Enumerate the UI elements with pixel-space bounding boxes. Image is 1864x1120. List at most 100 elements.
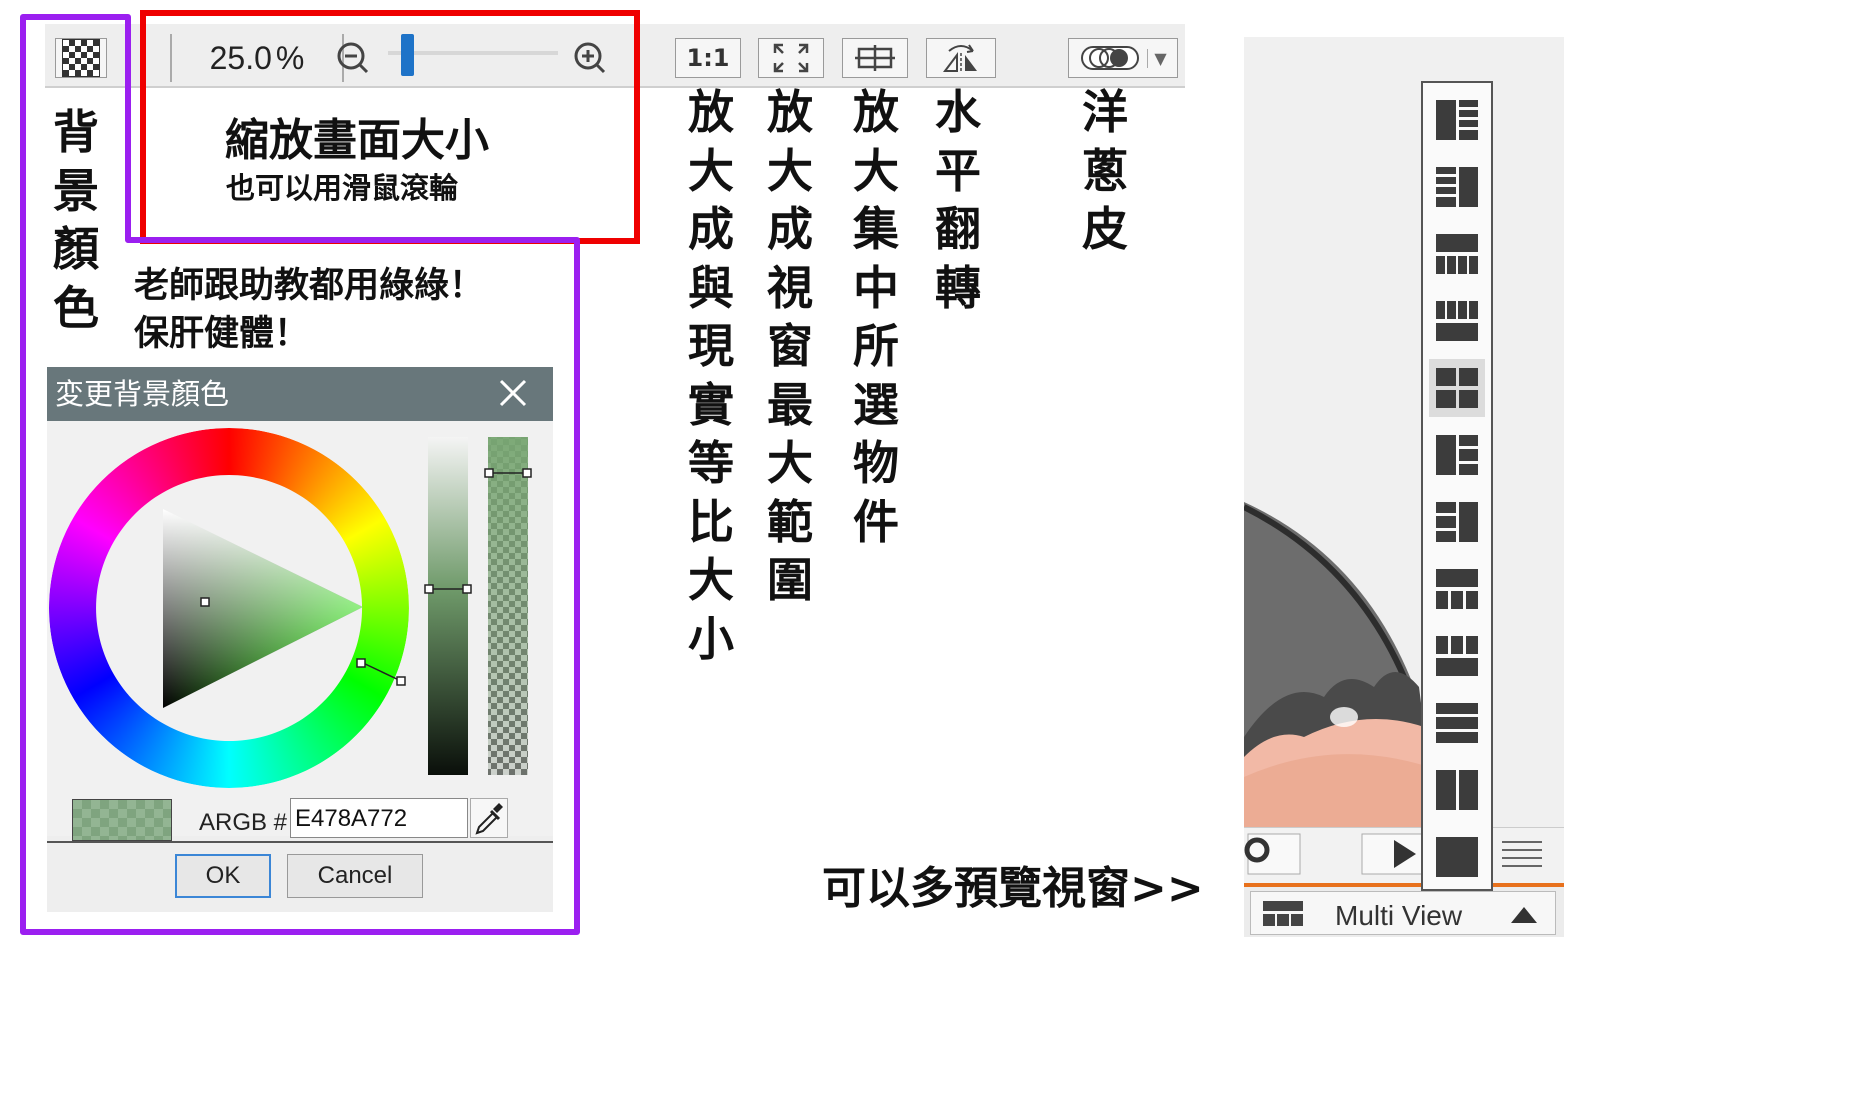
close-icon[interactable] [495, 375, 531, 411]
label-char: 圍 [767, 553, 813, 607]
fit-window-icon [773, 43, 809, 73]
label-char: 景 [53, 163, 99, 218]
onion-skin-icon [1081, 46, 1140, 70]
label-char: 與 [688, 260, 734, 315]
character-preview-image [1244, 502, 1429, 847]
layout-option-3[interactable] [1429, 225, 1485, 283]
eyedropper-button[interactable] [470, 798, 508, 838]
label-char: 放 [688, 85, 734, 139]
label-char: 集 [853, 202, 899, 256]
value-handle-left[interactable] [424, 584, 434, 594]
dropdown-arrow-icon[interactable]: ▼ [1147, 48, 1167, 68]
value-handle-right[interactable] [462, 584, 472, 594]
teacher-note-line1: 老師跟助教都用綠綠！ [134, 266, 485, 306]
label-char: 成 [767, 202, 813, 256]
flip-label-vertical: 水 平 翻 轉 [930, 83, 986, 317]
layout-option-6[interactable] [1429, 426, 1485, 484]
background-color-label: 背 景 顏 色 [48, 103, 104, 337]
hue-handle-outer[interactable] [396, 676, 406, 686]
layout-option-7[interactable] [1429, 493, 1485, 551]
label-char: 顏 [53, 222, 99, 276]
label-char: 實 [688, 377, 734, 432]
label-char: 大 [853, 143, 899, 198]
actual-size-button[interactable]: 1:1 [675, 38, 741, 78]
fit-to-window-button[interactable] [758, 38, 824, 78]
label-char: 大 [767, 143, 813, 198]
layout-option-4[interactable] [1429, 292, 1485, 350]
multi-view-icon [1263, 901, 1303, 926]
preview-canvas [1244, 37, 1564, 847]
label-char: 大 [688, 143, 734, 198]
flip-horizontal-button[interactable] [926, 38, 996, 78]
eyedropper-icon [475, 803, 503, 835]
dialog-titlebar: 変更背景顏色 [47, 367, 553, 421]
layout-option-11[interactable] [1429, 761, 1485, 819]
layout-8-icon [1436, 569, 1478, 609]
label-char: 蔥 [1082, 143, 1128, 198]
multi-view-button[interactable]: Multi View [1250, 891, 1556, 935]
actual-size-label-vertical: 放 大 成 與 現 實 等 比 大 小 [683, 83, 739, 668]
layout-9-icon [1436, 636, 1478, 676]
label-char: 大 [688, 553, 734, 607]
layout-6-icon [1436, 435, 1478, 475]
flip-horizontal-icon [943, 44, 977, 73]
timeline-controls [1244, 827, 1564, 884]
label-char: 小 [688, 611, 734, 666]
hue-handle-inner[interactable] [356, 658, 366, 668]
label-char: 翻 [935, 202, 981, 256]
triangle-handle[interactable] [200, 597, 210, 607]
layout-1-icon [1436, 100, 1478, 140]
label-char: 背 [53, 105, 99, 159]
dialog-title: 変更背景顏色 [55, 377, 230, 411]
label-char: 比 [688, 494, 734, 549]
label-char: 轉 [935, 260, 981, 315]
label-char: 成 [688, 202, 734, 256]
layout-10-icon [1436, 703, 1478, 743]
color-picker-area [47, 421, 553, 836]
label-char: 放 [853, 85, 899, 139]
label-char: 放 [767, 85, 813, 139]
multi-preview-annotation: 可以多預覽視窗>> [822, 863, 1204, 914]
timeline-bar [1244, 883, 1564, 887]
layout-4-icon [1436, 301, 1478, 341]
list-icon [1502, 841, 1542, 867]
alpha-handle-left[interactable] [484, 468, 494, 478]
fit-selection-button[interactable] [842, 38, 908, 78]
onion-skin-label-vertical: 洋 蔥 皮 [1077, 83, 1133, 259]
onion-skin-button[interactable]: ▼ [1068, 38, 1178, 78]
layout-option-8[interactable] [1429, 560, 1485, 618]
label-char: 水 [935, 85, 981, 139]
fit-window-label-vertical: 放 大 成 視 窗 最 大 範 圍 [762, 83, 818, 610]
layout-7-icon [1436, 502, 1478, 542]
label-char: 選 [853, 377, 899, 432]
layout-option-12[interactable] [1429, 828, 1485, 886]
layout-11-icon [1436, 770, 1478, 810]
layout-5-icon [1436, 368, 1478, 408]
layout-option-9[interactable] [1429, 627, 1485, 685]
value-slider[interactable] [428, 437, 468, 775]
layout-12-icon [1436, 837, 1478, 877]
label-char: 最 [767, 377, 813, 432]
layout-option-2[interactable] [1429, 158, 1485, 216]
label-char: 所 [853, 319, 899, 373]
multi-view-label: Multi View [1335, 900, 1463, 931]
cancel-button[interactable]: Cancel [287, 854, 423, 898]
label-char: 平 [935, 143, 981, 198]
label-char: 件 [853, 494, 899, 549]
label-char: 窗 [767, 319, 813, 373]
dialog-separator [47, 841, 553, 843]
ok-button[interactable]: OK [175, 854, 271, 898]
fit-selection-label-vertical: 放 大 集 中 所 選 物 件 [848, 83, 904, 551]
layout-option-10[interactable] [1429, 694, 1485, 752]
alpha-handle-right[interactable] [522, 468, 532, 478]
label-char: 洋 [1082, 85, 1128, 139]
layout-option-1[interactable] [1429, 91, 1485, 149]
layout-option-5[interactable] [1429, 359, 1485, 417]
fit-selection-icon [855, 45, 895, 71]
multi-view-panel: Multi View [1244, 37, 1564, 937]
label-char: 色 [53, 280, 99, 335]
saturation-triangle[interactable] [163, 509, 363, 708]
label-char: 物 [853, 436, 899, 490]
argb-input[interactable]: E478A772 [290, 798, 468, 838]
argb-label: ARGB # [199, 809, 288, 836]
